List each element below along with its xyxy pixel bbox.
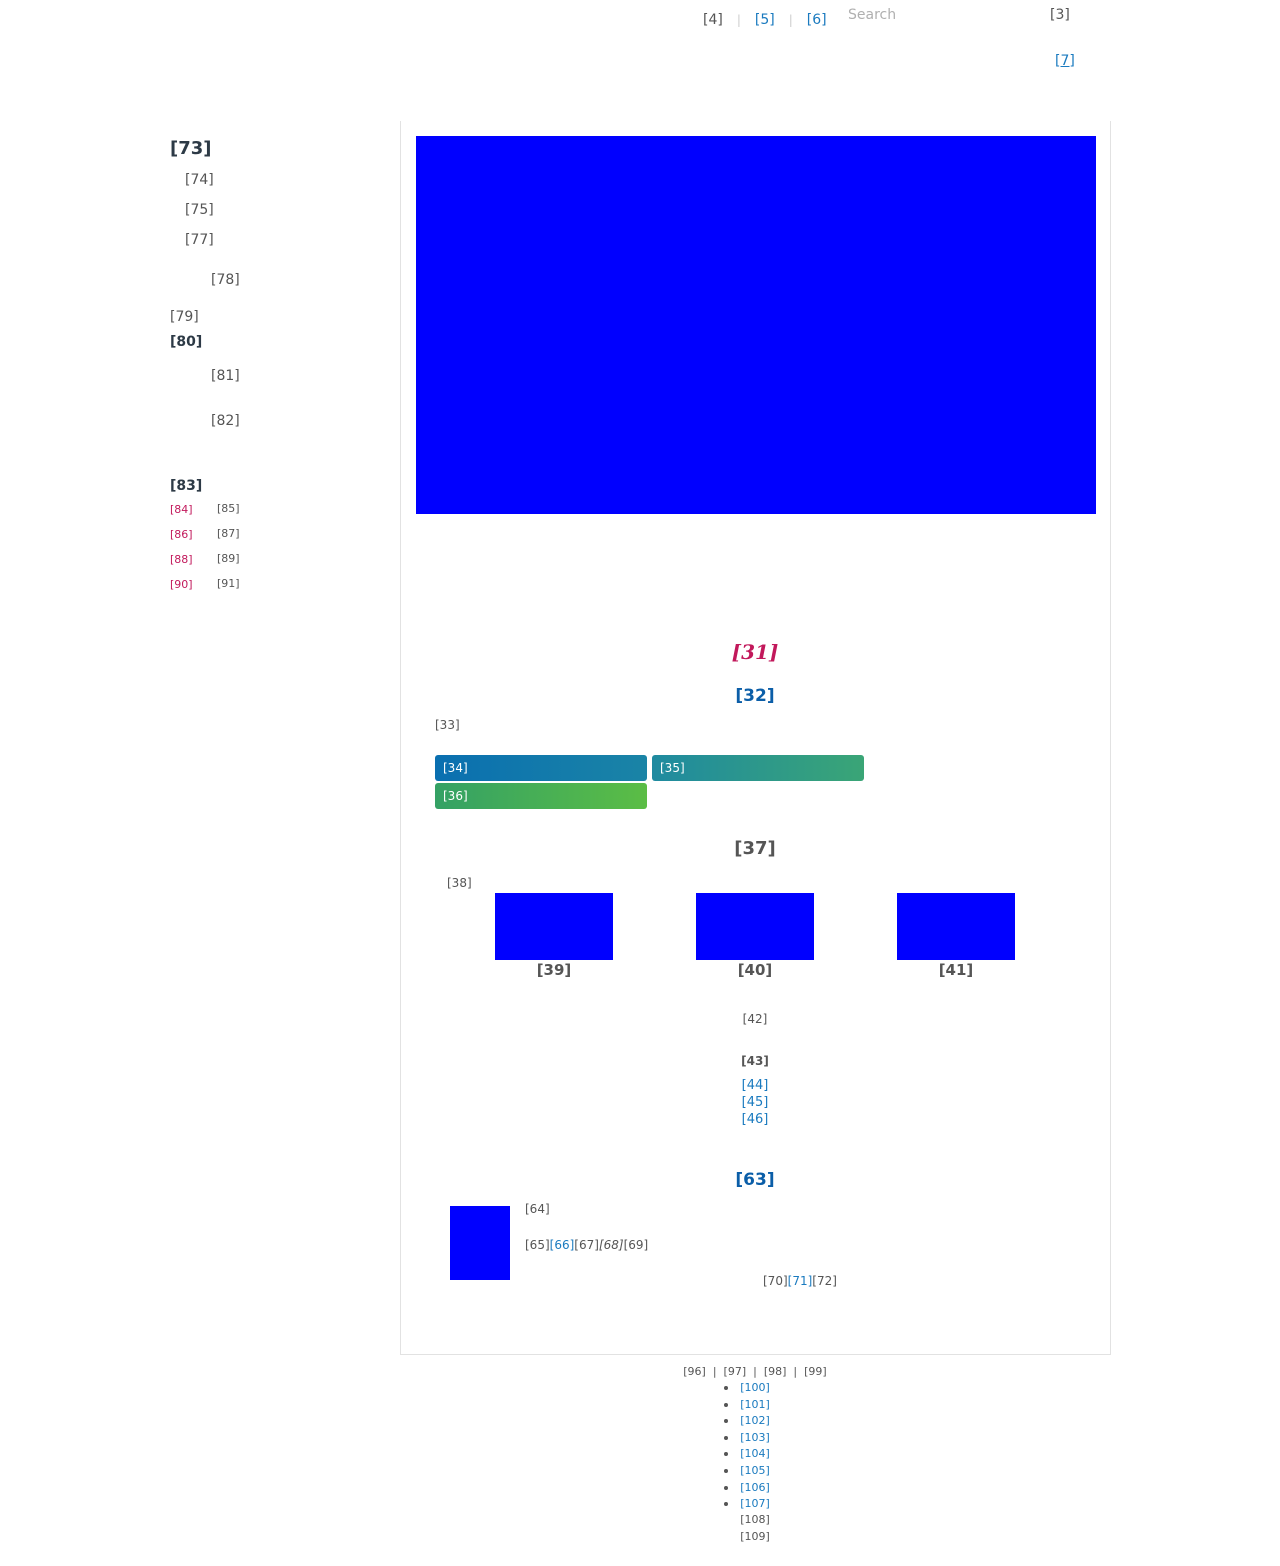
list-item: [100] [400,1380,1110,1397]
thumbnail-image[interactable] [495,893,613,960]
list-item: [106] [400,1480,1110,1497]
pair-value: [87] [217,527,240,540]
button-34[interactable]: [34] [435,755,647,781]
sidebar-title: [73] [170,138,212,159]
thumbnail-label[interactable]: [40] [696,961,814,979]
footer-link[interactable]: [103] [740,1431,770,1444]
thumbnail-label[interactable]: [39] [495,961,613,979]
hero-image [416,136,1096,514]
media-link[interactable]: [71] [788,1274,813,1288]
heading-43: [43] [741,1054,769,1068]
list-item: [107] [400,1496,1110,1513]
title-32: [32] [735,686,775,706]
media-line-2: [65][66][67][68][69] [525,1238,648,1252]
media-link[interactable]: [66] [550,1238,575,1252]
pair-key[interactable]: [86] [170,528,193,541]
bullet-icon [724,1419,729,1424]
footer-nav-item[interactable]: [98] [764,1365,787,1378]
bullet-icon [724,1402,729,1407]
link-46[interactable]: [46] [742,1112,769,1127]
label-42: [42] [742,1012,768,1026]
footer-inline-nav: [96] | [97] | [98] | [99] [400,1365,1110,1378]
media-text: [69] [623,1238,649,1252]
secondary-link[interactable]: [7] [1055,53,1075,69]
footer-link[interactable]: [100] [740,1381,770,1394]
search-input[interactable] [846,4,1030,26]
link-45[interactable]: [45] [742,1095,769,1110]
thumbnail-label[interactable]: [41] [897,961,1015,979]
sidebar-subitem-78[interactable]: [78] [211,272,240,288]
footer-nav-item[interactable]: [99] [804,1365,827,1378]
footer-separator: | [789,1365,801,1378]
sidebar-item-74[interactable]: [74] [185,172,214,188]
nav-separator: | [736,13,741,27]
thumbnail-image[interactable] [696,893,814,960]
sidebar-item-77[interactable]: [77] [185,232,214,248]
nav-link-6[interactable]: [6] [807,12,827,28]
label-38: [38] [447,876,472,890]
footer-link[interactable]: [102] [740,1414,770,1427]
media-text: [65] [525,1238,550,1252]
media-text: [67] [574,1238,599,1252]
link-44[interactable]: [44] [742,1078,769,1093]
footer-link-list: [100] [101] [102] [103] [104] [105] [106… [400,1380,1110,1513]
pair-key[interactable]: [88] [170,553,193,566]
footer-separator: | [749,1365,761,1378]
user-label[interactable]: [3] [1050,7,1070,23]
bullet-icon [724,1485,729,1490]
button-35[interactable]: [35] [652,755,864,781]
bullet-icon [724,1502,729,1507]
footer-separator: | [709,1365,721,1378]
list-item: [104] [400,1446,1110,1463]
top-nav: [4] | [5] | [6] [703,12,827,28]
footer-nav-item[interactable]: [96] [683,1365,706,1378]
footer-link[interactable]: [101] [740,1398,770,1411]
list-item: [101] [400,1397,1110,1414]
list-item: [105] [400,1463,1110,1480]
sidebar-subitem-81[interactable]: [81] [211,368,240,384]
list-item: [103] [400,1430,1110,1447]
nav-separator: | [788,13,793,27]
media-image[interactable] [450,1206,510,1280]
sidebar-subitem-82[interactable]: [82] [211,413,240,429]
footer-line-108: [108] [740,1513,770,1526]
button-36[interactable]: [36] [435,783,647,809]
footer-link[interactable]: [106] [740,1481,770,1494]
pair-value: [91] [217,577,240,590]
footer-line-109: [109] [740,1530,770,1543]
media-italic: [68] [598,1238,624,1252]
bullet-icon [724,1435,729,1440]
title-37: [37] [734,838,776,859]
bullet-icon [724,1452,729,1457]
nav-link-5[interactable]: [5] [755,12,775,28]
sidebar-section-80: [80] [170,334,203,350]
pair-key[interactable]: [84] [170,503,193,516]
pair-value: [89] [217,552,240,565]
bullet-icon [724,1386,729,1390]
label-33: [33] [435,718,460,732]
media-text: [72] [812,1274,837,1288]
footer-nav-item[interactable]: [97] [724,1365,747,1378]
footer-link[interactable]: [105] [740,1464,770,1477]
title-31: [31] [731,640,779,664]
nav-item-4[interactable]: [4] [703,12,723,28]
media-text: [70] [763,1274,788,1288]
sidebar-section-83: [83] [170,478,203,494]
link-list: [44] [45] [46] [400,1078,1110,1127]
bullet-icon [724,1468,729,1473]
pair-key[interactable]: [90] [170,578,193,591]
media-line-3: [70][71][72] [763,1274,837,1288]
list-item: [102] [400,1413,1110,1430]
footer-link[interactable]: [104] [740,1447,770,1460]
sidebar-item-75[interactable]: [75] [185,202,214,218]
thumbnail-image[interactable] [897,893,1015,960]
footer-link[interactable]: [107] [740,1497,770,1510]
title-63: [63] [735,1170,775,1190]
media-line-1: [64] [525,1202,550,1216]
pair-value: [85] [217,502,240,515]
sidebar-item-79[interactable]: [79] [170,309,199,325]
